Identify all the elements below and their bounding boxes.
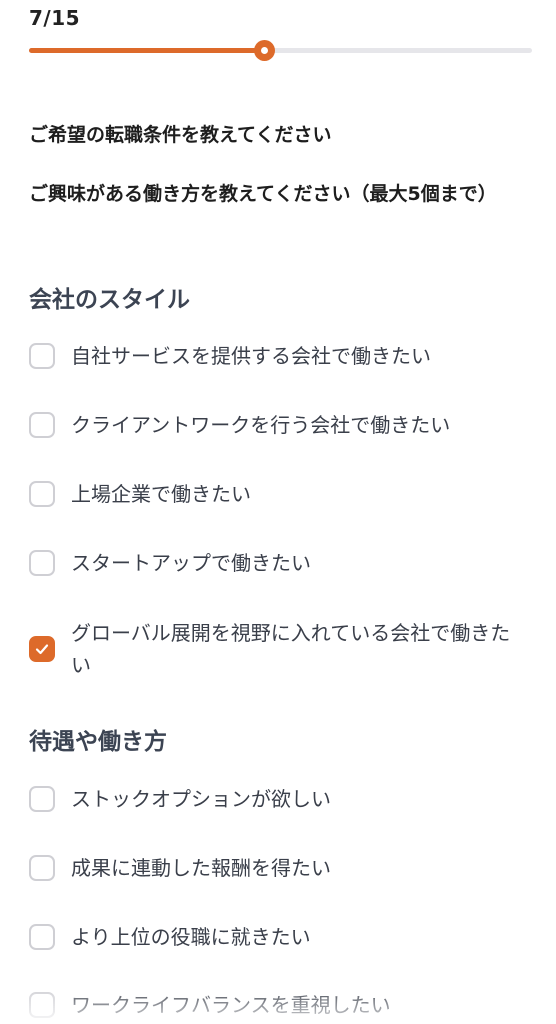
option-global[interactable]: グローバル展開を視野に入れている会社で働きたい bbox=[29, 617, 529, 681]
checkbox[interactable] bbox=[29, 412, 55, 438]
question-title: ご希望の転職条件を教えてください bbox=[29, 124, 332, 146]
question-subtitle: ご興味がある働き方を教えてください（最大5個まで） bbox=[29, 183, 497, 205]
option-performance-pay[interactable]: 成果に連動した報酬を得たい bbox=[29, 852, 529, 884]
option-label: 上場企業で働きたい bbox=[71, 482, 251, 506]
check-icon bbox=[35, 644, 49, 655]
option-label: 自社サービスを提供する会社で働きたい bbox=[71, 344, 431, 368]
option-label: クライアントワークを行う会社で働きたい bbox=[71, 413, 451, 437]
option-stock-options[interactable]: ストックオプションが欲しい bbox=[29, 783, 529, 815]
checkbox[interactable] bbox=[29, 481, 55, 507]
progress-track bbox=[29, 40, 532, 61]
checkbox[interactable] bbox=[29, 786, 55, 812]
option-label: より上位の役職に就きたい bbox=[71, 925, 311, 949]
checkbox-checked[interactable] bbox=[29, 636, 55, 662]
option-client-work[interactable]: クライアントワークを行う会社で働きたい bbox=[29, 409, 529, 441]
option-label: グローバル展開を視野に入れている会社で働きたい bbox=[71, 621, 511, 677]
checkbox[interactable] bbox=[29, 855, 55, 881]
progress-indicator: 7/15 bbox=[29, 6, 532, 61]
option-label: スタートアップで働きたい bbox=[71, 551, 311, 575]
option-label: ストックオプションが欲しい bbox=[71, 787, 331, 811]
option-higher-position[interactable]: より上位の役職に就きたい bbox=[29, 921, 529, 953]
option-label: ワークライフバランスを重視したい bbox=[71, 993, 391, 1017]
section-title-benefits: 待遇や働き方 bbox=[29, 729, 167, 755]
option-label: 成果に連動した報酬を得たい bbox=[71, 856, 331, 880]
progress-count: 7/15 bbox=[29, 6, 81, 30]
option-startup[interactable]: スタートアップで働きたい bbox=[29, 547, 529, 579]
section-title-company-style: 会社のスタイル bbox=[29, 287, 190, 313]
checkbox[interactable] bbox=[29, 992, 55, 1018]
checkbox[interactable] bbox=[29, 550, 55, 576]
progress-knob bbox=[253, 40, 275, 61]
checkbox[interactable] bbox=[29, 343, 55, 369]
option-work-life-balance[interactable]: ワークライフバランスを重視したい bbox=[29, 989, 529, 1021]
option-listed-company[interactable]: 上場企業で働きたい bbox=[29, 478, 529, 510]
option-own-service[interactable]: 自社サービスを提供する会社で働きたい bbox=[29, 340, 529, 372]
progress-fill bbox=[29, 48, 264, 53]
checkbox[interactable] bbox=[29, 924, 55, 950]
